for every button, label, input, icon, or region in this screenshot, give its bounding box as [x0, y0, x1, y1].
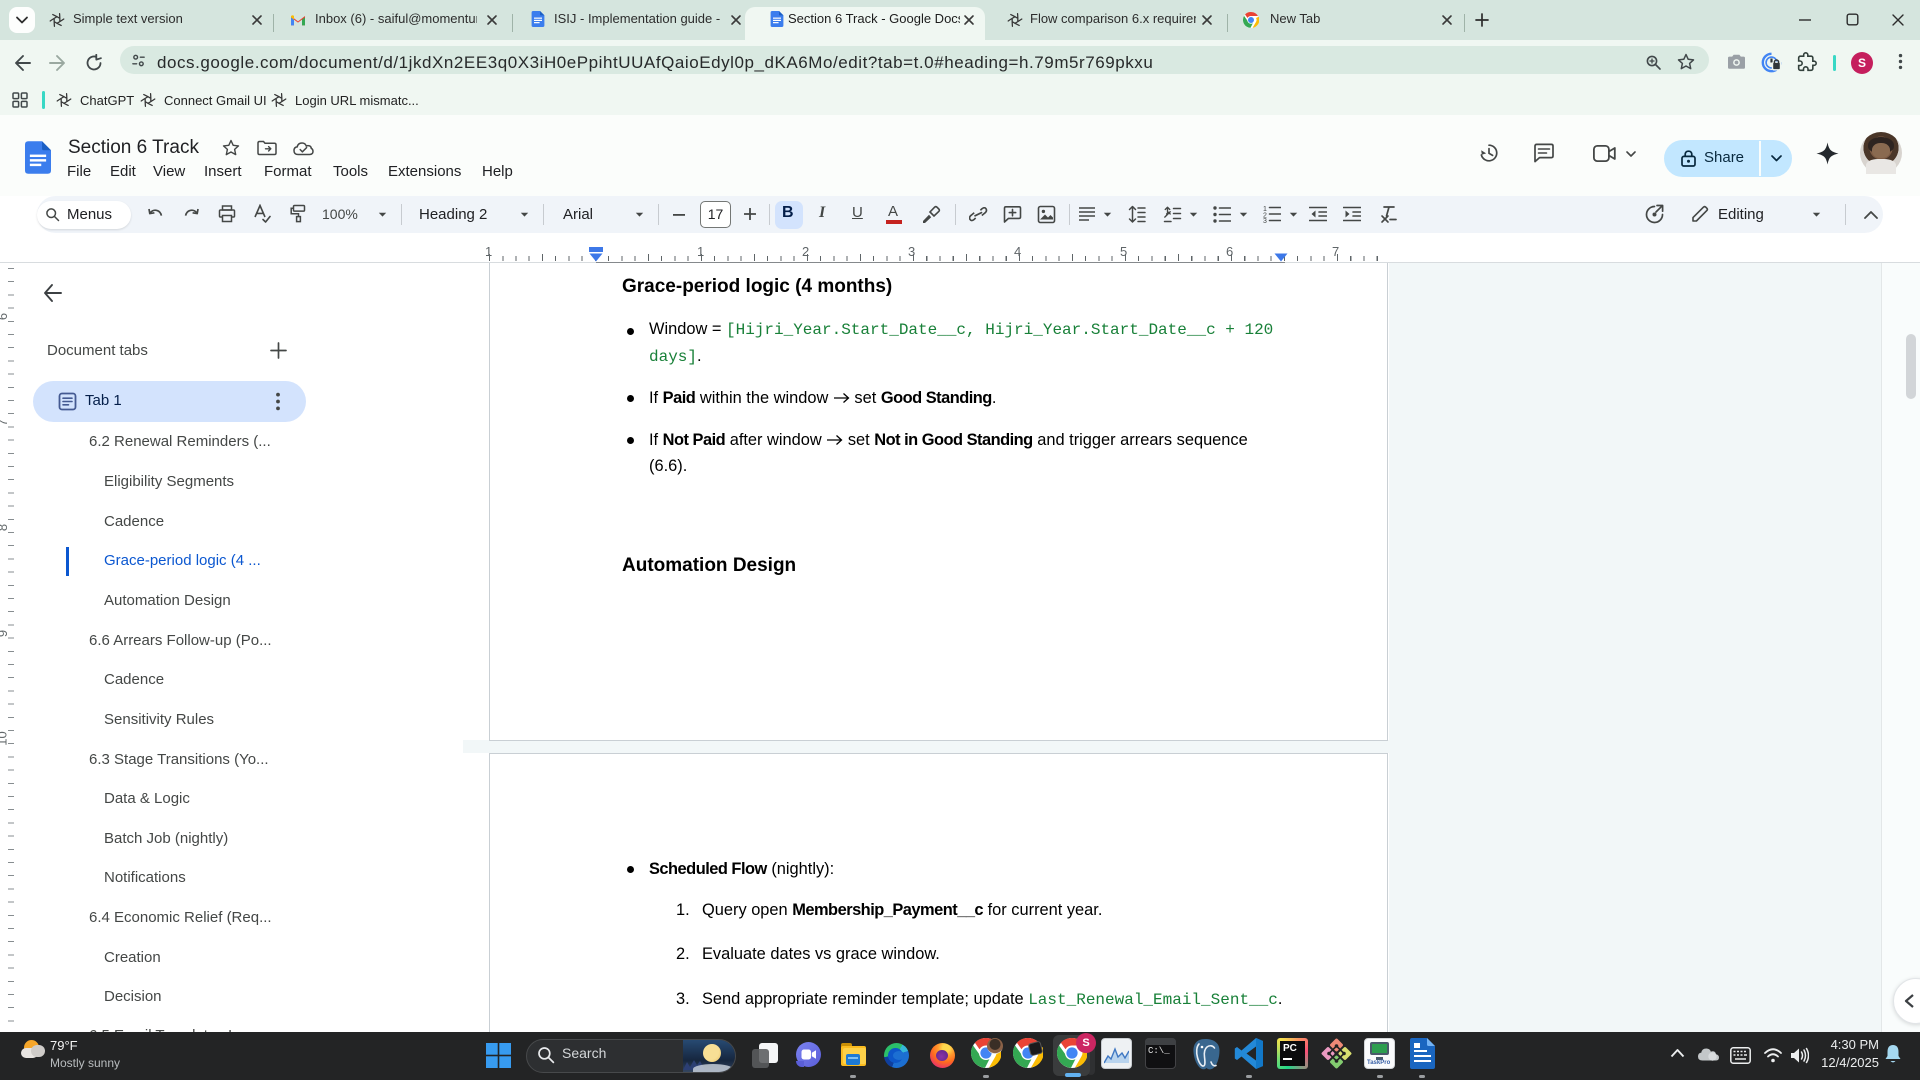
svg-text:3: 3 [1263, 218, 1267, 223]
